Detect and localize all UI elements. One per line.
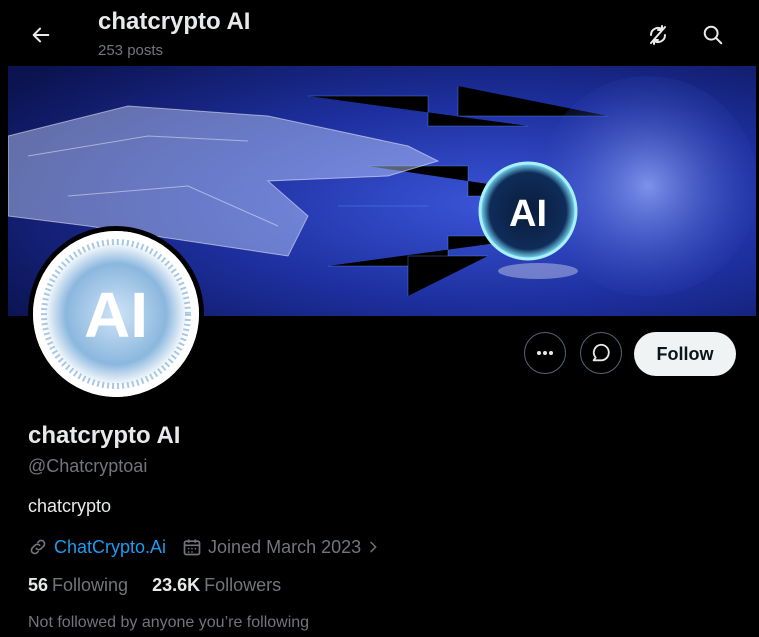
back-button[interactable]	[24, 18, 58, 52]
posts-count: 253 posts	[98, 42, 164, 59]
followers-label: Followers	[204, 575, 282, 595]
link-icon	[30, 539, 46, 555]
chevron-right-icon[interactable]	[365, 539, 381, 555]
display-name: chatcrypto AI	[28, 422, 181, 449]
message-icon	[592, 343, 610, 362]
calendar-icon	[183, 539, 201, 556]
followers-link[interactable]: 23.6K Followers	[152, 575, 281, 596]
follow-counts: 56 Following 23.6K Followers	[28, 575, 281, 596]
following-link[interactable]: 56 Following	[28, 575, 128, 596]
search-button[interactable]	[696, 18, 730, 52]
following-count: 56	[28, 575, 49, 595]
banner-ai-text: AI	[509, 193, 547, 235]
more-dots-icon	[537, 351, 553, 355]
more-button[interactable]	[524, 332, 566, 374]
avatar-ai-text: AI	[84, 279, 148, 351]
avatar[interactable]: AI	[28, 226, 204, 402]
back-arrow-icon	[32, 27, 50, 43]
follow-button[interactable]: Follow	[634, 332, 736, 376]
joined-date: Joined March 2023	[208, 536, 362, 557]
message-button[interactable]	[580, 332, 622, 374]
refresh-off-icon	[649, 25, 667, 45]
search-icon	[703, 25, 723, 45]
website-link[interactable]: ChatCrypto.Ai	[54, 537, 166, 558]
user-handle: @Chatcryptoai	[28, 456, 148, 476]
profile-bio: chatcrypto	[28, 496, 112, 516]
top-bar: chatcrypto AI 253 posts	[0, 0, 759, 66]
following-label: Following	[52, 575, 129, 595]
profile-meta: ChatCrypto.Ai Joined March 2023	[28, 534, 381, 560]
not-followed-text: Not followed by anyone you’re following	[28, 614, 310, 631]
page-title: chatcrypto AI	[98, 8, 251, 35]
avatar-image: AI	[33, 231, 199, 397]
refresh-button[interactable]	[641, 18, 675, 52]
followers-count: 23.6K	[152, 575, 201, 595]
